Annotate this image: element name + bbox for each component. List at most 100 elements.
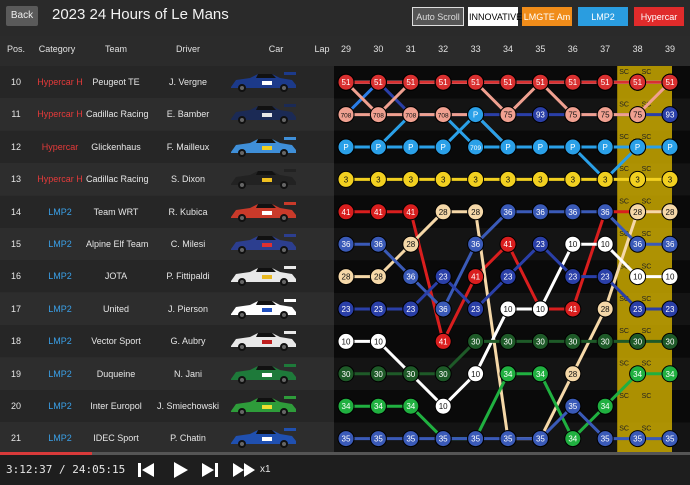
series-marker-28[interactable]: 28 <box>596 300 614 318</box>
series-marker-36[interactable]: 36 <box>402 268 420 286</box>
series-marker-23[interactable]: 23 <box>596 268 614 286</box>
series-marker-10[interactable]: 10 <box>337 332 355 350</box>
series-marker-10[interactable]: 10 <box>369 332 387 350</box>
series-marker-3[interactable]: 3 <box>369 170 387 188</box>
series-marker-28[interactable]: 28 <box>434 203 452 221</box>
series-marker-10[interactable]: 10 <box>564 235 582 253</box>
series-marker-35[interactable]: 35 <box>531 430 549 448</box>
series-marker-35[interactable]: 35 <box>629 430 647 448</box>
series-marker-36[interactable]: 36 <box>531 203 549 221</box>
series-marker-93[interactable]: 93 <box>661 106 679 124</box>
series-marker-41[interactable]: 41 <box>369 203 387 221</box>
series-marker-36[interactable]: 36 <box>629 235 647 253</box>
series-marker-30[interactable]: 30 <box>531 332 549 350</box>
series-marker-36[interactable]: 36 <box>467 235 485 253</box>
filter-button-3[interactable]: LMP2 <box>578 7 628 26</box>
series-marker-10[interactable]: 10 <box>629 268 647 286</box>
series-marker-P[interactable]: P <box>531 138 549 156</box>
series-marker-3[interactable]: 3 <box>531 170 549 188</box>
skip-back-icon[interactable] <box>136 460 156 480</box>
playback-speed[interactable]: x1 <box>260 464 271 475</box>
series-marker-P[interactable]: P <box>467 106 485 124</box>
series-marker-34[interactable]: 34 <box>531 365 549 383</box>
series-marker-34[interactable]: 34 <box>661 365 679 383</box>
series-marker-708[interactable]: 708 <box>369 106 387 124</box>
series-marker-51[interactable]: 51 <box>499 73 517 91</box>
series-marker-30[interactable]: 30 <box>467 332 485 350</box>
series-marker-23[interactable]: 23 <box>564 268 582 286</box>
series-marker-75[interactable]: 75 <box>596 106 614 124</box>
series-marker-51[interactable]: 51 <box>596 73 614 91</box>
series-marker-34[interactable]: 34 <box>564 430 582 448</box>
series-marker-10[interactable]: 10 <box>531 300 549 318</box>
series-marker-35[interactable]: 35 <box>434 430 452 448</box>
series-marker-36[interactable]: 36 <box>369 235 387 253</box>
series-marker-3[interactable]: 3 <box>564 170 582 188</box>
series-marker-35[interactable]: 35 <box>564 397 582 415</box>
series-marker-30[interactable]: 30 <box>564 332 582 350</box>
series-marker-709[interactable]: 709 <box>467 138 485 156</box>
series-marker-10[interactable]: 10 <box>596 235 614 253</box>
series-marker-34[interactable]: 34 <box>337 397 355 415</box>
series-marker-23[interactable]: 23 <box>531 235 549 253</box>
series-marker-708[interactable]: 708 <box>402 106 420 124</box>
series-marker-35[interactable]: 35 <box>499 430 517 448</box>
series-marker-23[interactable]: 23 <box>629 300 647 318</box>
series-marker-41[interactable]: 41 <box>499 235 517 253</box>
filter-button-4[interactable]: Hypercar <box>634 7 684 26</box>
series-marker-10[interactable]: 10 <box>467 365 485 383</box>
series-marker-3[interactable]: 3 <box>661 170 679 188</box>
series-marker-75[interactable]: 75 <box>499 106 517 124</box>
series-marker-23[interactable]: 23 <box>499 268 517 286</box>
series-marker-75[interactable]: 75 <box>564 106 582 124</box>
series-marker-36[interactable]: 36 <box>661 235 679 253</box>
series-marker-34[interactable]: 34 <box>629 365 647 383</box>
series-marker-34[interactable]: 34 <box>369 397 387 415</box>
series-marker-34[interactable]: 34 <box>596 397 614 415</box>
series-marker-3[interactable]: 3 <box>467 170 485 188</box>
series-marker-3[interactable]: 3 <box>499 170 517 188</box>
series-marker-10[interactable]: 10 <box>661 268 679 286</box>
series-marker-28[interactable]: 28 <box>661 203 679 221</box>
series-marker-23[interactable]: 23 <box>434 268 452 286</box>
series-marker-35[interactable]: 35 <box>661 430 679 448</box>
series-marker-41[interactable]: 41 <box>564 300 582 318</box>
series-marker-P[interactable]: P <box>402 138 420 156</box>
series-marker-51[interactable]: 51 <box>434 73 452 91</box>
position-chart[interactable]: SC SC SC SC SC SC SC SC SC SC SC SC SC SC SC SC SC SC SC SC… <box>334 66 690 455</box>
series-marker-34[interactable]: 34 <box>499 365 517 383</box>
series-marker-708[interactable]: 708 <box>434 106 452 124</box>
series-marker-28[interactable]: 28 <box>564 365 582 383</box>
series-marker-3[interactable]: 3 <box>629 170 647 188</box>
filter-button-1[interactable]: INNOVATIVE <box>468 7 522 26</box>
series-marker-28[interactable]: 28 <box>629 203 647 221</box>
series-marker-3[interactable]: 3 <box>337 170 355 188</box>
series-marker-23[interactable]: 23 <box>337 300 355 318</box>
series-marker-30[interactable]: 30 <box>499 332 517 350</box>
series-marker-36[interactable]: 36 <box>596 203 614 221</box>
series-marker-51[interactable]: 51 <box>531 73 549 91</box>
play-icon[interactable] <box>170 460 190 480</box>
series-marker-23[interactable]: 23 <box>467 300 485 318</box>
series-marker-3[interactable]: 3 <box>596 170 614 188</box>
filter-button-0[interactable]: Auto Scroll <box>412 7 464 26</box>
series-marker-10[interactable]: 10 <box>434 397 452 415</box>
series-marker-P[interactable]: P <box>564 138 582 156</box>
series-marker-708[interactable]: 708 <box>337 106 355 124</box>
series-marker-30[interactable]: 30 <box>661 332 679 350</box>
series-marker-30[interactable]: 30 <box>596 332 614 350</box>
series-marker-35[interactable]: 35 <box>337 430 355 448</box>
series-marker-30[interactable]: 30 <box>629 332 647 350</box>
series-marker-23[interactable]: 23 <box>661 300 679 318</box>
series-marker-51[interactable]: 51 <box>564 73 582 91</box>
series-marker-P[interactable]: P <box>596 138 614 156</box>
series-marker-41[interactable]: 41 <box>337 203 355 221</box>
series-marker-30[interactable]: 30 <box>402 365 420 383</box>
filter-button-2[interactable]: LMGTE Am <box>522 7 572 26</box>
series-marker-41[interactable]: 41 <box>402 203 420 221</box>
series-marker-36[interactable]: 36 <box>499 203 517 221</box>
series-marker-35[interactable]: 35 <box>369 430 387 448</box>
series-marker-P[interactable]: P <box>434 138 452 156</box>
series-marker-75[interactable]: 75 <box>629 106 647 124</box>
series-marker-3[interactable]: 3 <box>434 170 452 188</box>
